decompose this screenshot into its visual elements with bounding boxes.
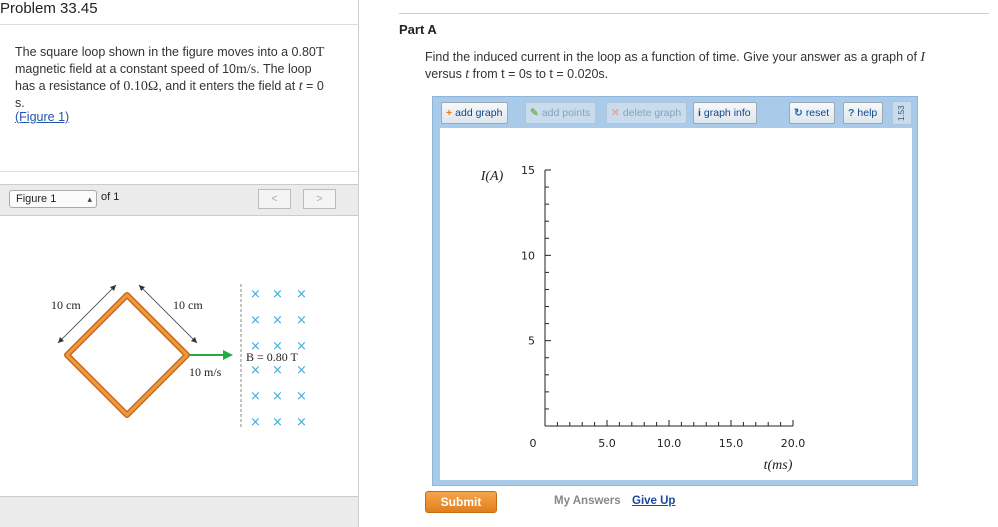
- x-mark: ×: [272, 339, 283, 354]
- select-arrows-icon: ▴: [87, 194, 92, 204]
- part-divider: [399, 13, 989, 14]
- problem-text-part: s.: [15, 96, 25, 110]
- x-mark: ×: [296, 287, 307, 302]
- add-points-label: add points: [541, 107, 591, 119]
- help-label: help: [857, 107, 878, 119]
- info-icon: i: [698, 107, 701, 119]
- reset-icon: ↻: [794, 107, 803, 119]
- x-axis-label: t(ms): [764, 458, 793, 473]
- x-mark: ×: [296, 389, 307, 404]
- next-figure-button[interactable]: >: [303, 189, 336, 209]
- reset-button[interactable]: ↻ reset: [789, 102, 836, 124]
- x-mark: ×: [250, 287, 261, 302]
- problem-resistance: 0.10Ω: [123, 79, 159, 94]
- velocity-arrowhead: [223, 350, 233, 360]
- square-loop-inner: [65, 293, 189, 417]
- my-answers-label: My Answers: [554, 495, 621, 507]
- problem-column: Problem 33.45 The square loop shown in t…: [0, 0, 358, 527]
- delete-graph-button[interactable]: ✕ delete graph: [606, 102, 688, 124]
- x-mark: ×: [250, 415, 261, 430]
- figure-count: of 1: [101, 191, 120, 203]
- speed-label: 10 m/s: [189, 365, 222, 379]
- plus-icon: +: [446, 107, 453, 119]
- graph-info-button[interactable]: i graph info: [693, 102, 757, 124]
- y-tick-label: 5: [528, 335, 535, 348]
- problem-text-part: . The loop: [256, 62, 312, 76]
- question-text-part: Find the induced current in the loop as …: [425, 50, 921, 64]
- problem-text-part: , and it enters the field at: [158, 79, 299, 93]
- give-up-link[interactable]: Give Up: [632, 495, 675, 507]
- y-axis-label: I(A): [480, 169, 504, 184]
- x-tick-label: 5.0: [598, 437, 616, 450]
- problem-speed-unit: m/s: [235, 62, 257, 77]
- y-tick-label: 10: [521, 249, 535, 262]
- reset-label: reset: [805, 107, 830, 119]
- x-mark: ×: [250, 339, 261, 354]
- problem-text: The square loop shown in the figure move…: [15, 44, 350, 111]
- loop-figure: 10 cm 10 cm B = 0.80 T 10 m/s × × × × × …: [51, 284, 307, 430]
- left-side-label: 10 cm: [51, 298, 81, 312]
- problem-field-unit: T: [315, 45, 325, 60]
- delete-graph-label: delete graph: [622, 107, 682, 119]
- version-label: 1.53: [892, 101, 912, 125]
- add-points-button[interactable]: ✎ add points: [525, 102, 597, 124]
- problem-text-part: = 0: [302, 79, 324, 93]
- submit-button[interactable]: Submit: [425, 491, 497, 513]
- x-tick-label: 10.0: [657, 437, 682, 450]
- origin-label: 0: [530, 437, 537, 450]
- x-mark: ×: [250, 313, 261, 328]
- problem-text-part: has a resistance of: [15, 79, 124, 93]
- problem-text-part: magnetic field at a constant speed of 10: [15, 62, 236, 76]
- add-graph-button[interactable]: + add graph: [441, 102, 509, 124]
- question-text-part: from t = 0s to t = 0.020s.: [469, 67, 609, 81]
- x-mark: ×: [272, 363, 283, 378]
- question-var-current: I: [920, 50, 926, 65]
- x-mark: ×: [296, 313, 307, 328]
- delete-x-icon: ✕: [611, 107, 620, 119]
- figure-select-value: Figure 1: [16, 193, 57, 205]
- problem-title: Problem 33.45: [0, 0, 98, 17]
- prev-figure-button[interactable]: <: [258, 189, 291, 209]
- help-icon: ?: [848, 107, 855, 119]
- x-mark: ×: [296, 339, 307, 354]
- x-mark: ×: [272, 287, 283, 302]
- x-mark: ×: [272, 313, 283, 328]
- x-mark: ×: [250, 363, 261, 378]
- graph-info-label: graph info: [703, 107, 751, 119]
- figure-select[interactable]: Figure 1 ▴: [9, 190, 97, 208]
- right-side-label: 10 cm: [173, 298, 203, 312]
- x-tick-label: 20.0: [781, 437, 806, 450]
- x-mark: ×: [296, 415, 307, 430]
- x-mark: ×: [296, 363, 307, 378]
- help-button[interactable]: ? help: [843, 102, 884, 124]
- x-mark: ×: [272, 415, 283, 430]
- y-tick-label: 15: [521, 164, 535, 177]
- square-loop: [64, 292, 190, 418]
- column-divider: [358, 0, 359, 527]
- x-mark: ×: [272, 389, 283, 404]
- part-title: Part A: [399, 22, 437, 37]
- problem-text-part: The square loop shown in the figure move…: [15, 45, 316, 59]
- x-tick-label: 15.0: [719, 437, 744, 450]
- figure-footer: [0, 497, 358, 527]
- add-graph-label: add graph: [455, 107, 503, 119]
- graph-canvas[interactable]: 15 10 5 5.0 10.0 15.0 20.0 0 I(A) t(ms): [440, 128, 912, 480]
- current-vs-time-chart[interactable]: 15 10 5 5.0 10.0 15.0 20.0 0 I(A) t(ms): [440, 128, 912, 480]
- question-text-part: versus: [425, 67, 466, 81]
- pencil-icon: ✎: [530, 107, 539, 119]
- figure-image: 10 cm 10 cm B = 0.80 T 10 m/s × × × × × …: [0, 215, 358, 497]
- x-mark: ×: [250, 389, 261, 404]
- figure-link[interactable]: (Figure 1): [15, 110, 69, 124]
- question-text: Find the induced current in the loop as …: [425, 49, 965, 83]
